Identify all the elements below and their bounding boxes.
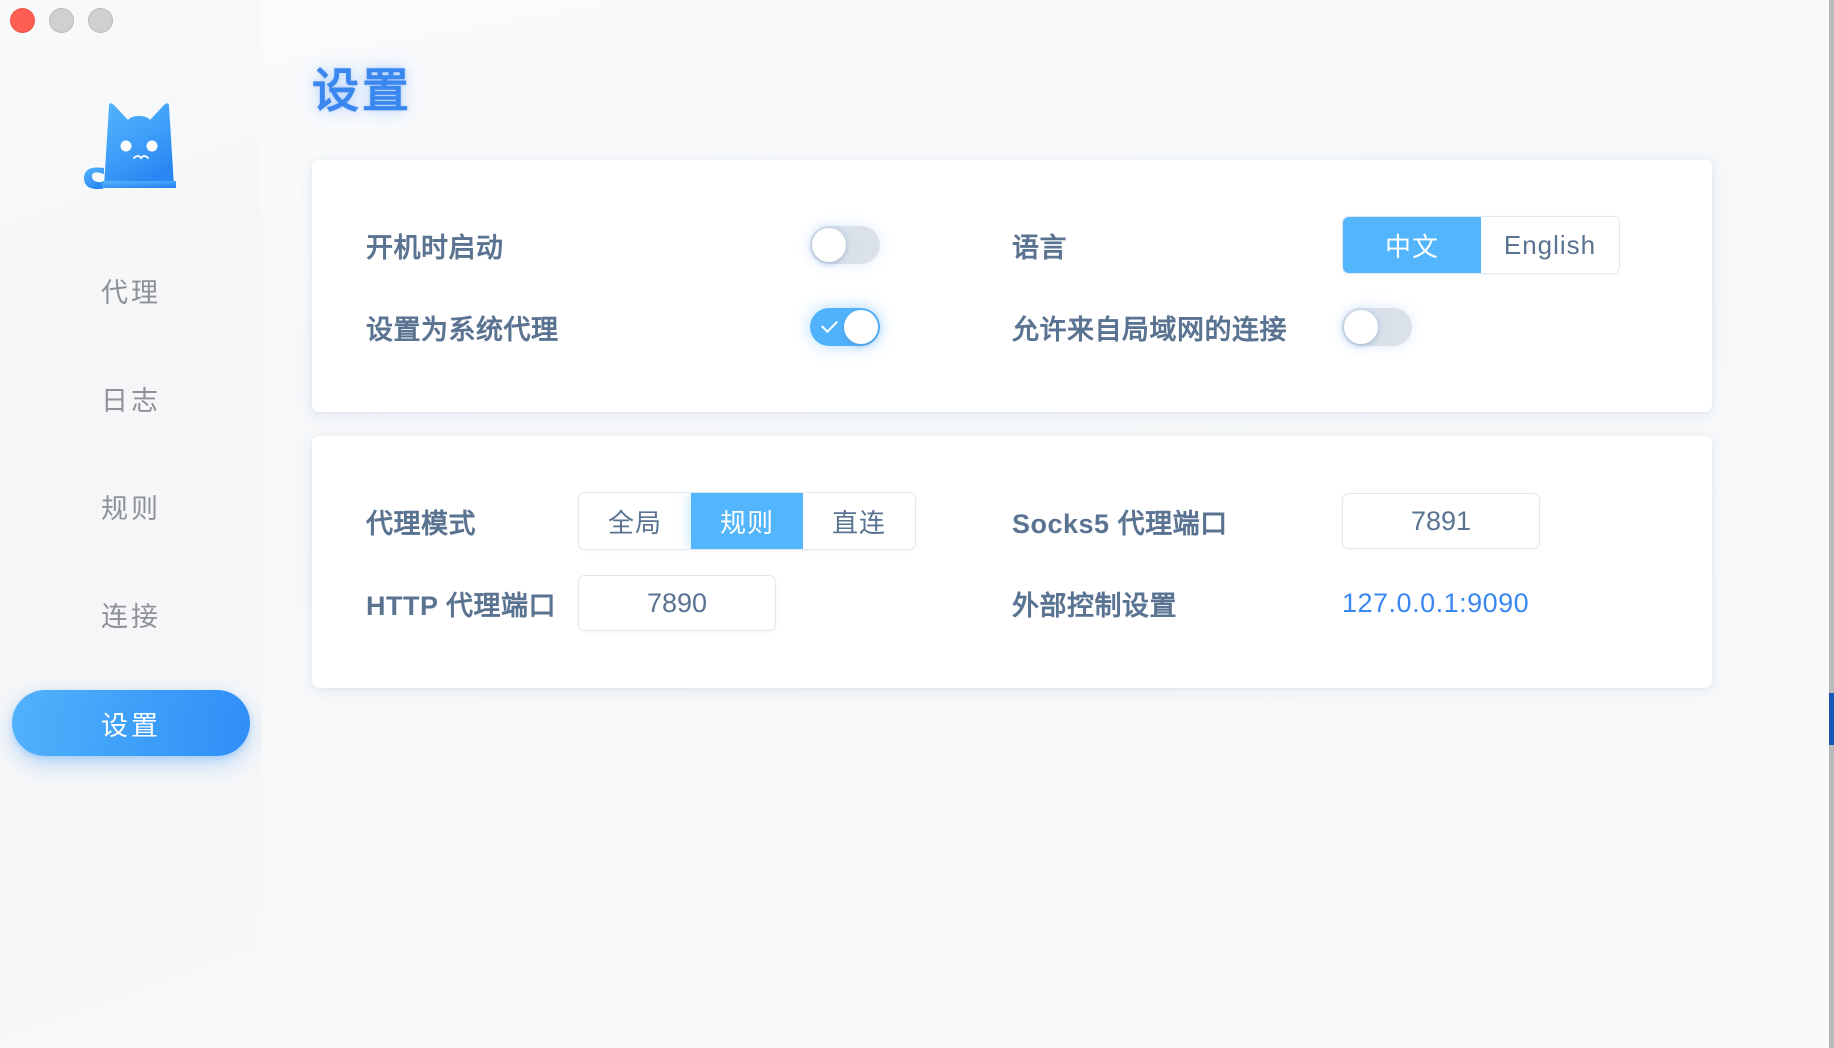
proxy-mode-label: 代理模式 [366, 508, 476, 539]
maximize-window-button[interactable] [88, 8, 113, 33]
ports-settings-card: 代理模式 全局 规则 直连 Socks5 代理端口 7891 HTTP 代理端口… [312, 436, 1712, 688]
close-window-button[interactable] [10, 8, 35, 33]
language-label: 语言 [1012, 232, 1067, 263]
system-proxy-toggle[interactable] [810, 308, 880, 346]
sidebar-item-settings[interactable]: 设置 [12, 690, 250, 756]
sidebar-nav: 代理 日志 规则 连接 设置 [0, 258, 262, 756]
sidebar-item-label: 连接 [101, 601, 161, 632]
http-port-setting: HTTP 代理端口 7890 [312, 575, 1012, 631]
main-content: 设置 开机时启动 语言 中文 English 设置为系统代理 允许来自局域网的连… [262, 0, 1834, 1048]
language-segmented-control: 中文 English [1342, 216, 1620, 274]
settings-cards: 开机时启动 语言 中文 English 设置为系统代理 允许来自局域网的连接 代… [312, 160, 1712, 688]
external-controller-link[interactable]: 127.0.0.1:9090 [1342, 588, 1529, 619]
settings-row: 代理模式 全局 规则 直连 Socks5 代理端口 7891 [312, 480, 1712, 562]
sidebar-item-label: 代理 [101, 277, 161, 308]
proxy-mode-option-rule[interactable]: 规则 [691, 493, 803, 549]
external-controller-setting: 外部控制设置 127.0.0.1:9090 [1012, 584, 1712, 623]
sidebar-item-label: 规则 [101, 493, 161, 524]
window-controls [10, 8, 113, 33]
http-port-input[interactable]: 7890 [578, 575, 776, 631]
sidebar-item-connections[interactable]: 连接 [8, 582, 254, 646]
toggle-knob [812, 228, 846, 262]
language-option-english[interactable]: English [1481, 217, 1619, 273]
minimize-window-button[interactable] [49, 8, 74, 33]
socks5-port-label: Socks5 代理端口 [1012, 508, 1228, 539]
sidebar-item-logs[interactable]: 日志 [8, 366, 254, 430]
clash-cat-logo-icon [84, 103, 176, 190]
language-option-chinese[interactable]: 中文 [1343, 217, 1481, 273]
sidebar-item-rules[interactable]: 规则 [8, 474, 254, 538]
startup-setting: 开机时启动 [312, 226, 1012, 265]
toggle-knob [1344, 310, 1378, 344]
system-proxy-setting: 设置为系统代理 [312, 308, 1012, 347]
scrollbar-thumb[interactable] [1829, 693, 1834, 745]
socks5-port-setting: Socks5 代理端口 7891 [1012, 493, 1712, 549]
window-edge-scrollbar[interactable] [1829, 0, 1834, 1048]
proxy-mode-option-global[interactable]: 全局 [579, 493, 691, 549]
page-title: 设置 [312, 64, 412, 117]
allow-lan-setting: 允许来自局域网的连接 [1012, 308, 1712, 347]
allow-lan-label: 允许来自局域网的连接 [1012, 314, 1287, 345]
language-setting: 语言 中文 English [1012, 216, 1712, 274]
startup-label: 开机时启动 [366, 232, 504, 263]
sidebar-item-label: 设置 [101, 710, 161, 741]
proxy-mode-setting: 代理模式 全局 规则 直连 [312, 492, 1012, 550]
settings-row: HTTP 代理端口 7890 外部控制设置 127.0.0.1:9090 [312, 562, 1712, 644]
general-settings-card: 开机时启动 语言 中文 English 设置为系统代理 允许来自局域网的连接 [312, 160, 1712, 412]
sidebar: 代理 日志 规则 连接 设置 [0, 0, 262, 1048]
proxy-mode-option-direct[interactable]: 直连 [803, 493, 915, 549]
sidebar-item-proxies[interactable]: 代理 [8, 258, 254, 322]
system-proxy-label: 设置为系统代理 [366, 314, 559, 345]
check-icon [821, 316, 838, 333]
startup-toggle[interactable] [810, 226, 880, 264]
socks5-port-input[interactable]: 7891 [1342, 493, 1540, 549]
http-port-label: HTTP 代理端口 [366, 590, 557, 621]
settings-row: 设置为系统代理 允许来自局域网的连接 [312, 286, 1712, 368]
app-logo [56, 68, 206, 218]
sidebar-item-label: 日志 [101, 385, 161, 416]
app-window: 代理 日志 规则 连接 设置 设置 开机时启动 语言 中文 English 设置… [0, 0, 1834, 1048]
allow-lan-toggle[interactable] [1342, 308, 1412, 346]
toggle-knob [844, 310, 878, 344]
settings-row: 开机时启动 语言 中文 English [312, 204, 1712, 286]
proxy-mode-segmented-control: 全局 规则 直连 [578, 492, 916, 550]
external-controller-label: 外部控制设置 [1012, 590, 1177, 621]
